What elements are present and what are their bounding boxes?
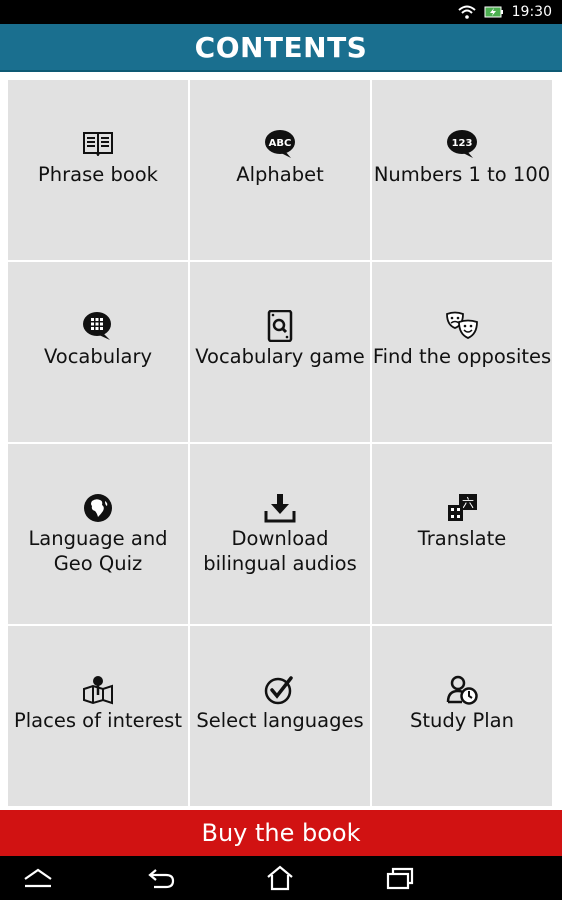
tile-vocabulary-game[interactable]: Vocabulary game <box>190 262 370 442</box>
abc-bubble-icon: ABC <box>263 128 297 160</box>
tile-vocabulary[interactable]: Vocabulary <box>8 262 188 442</box>
tile-select-languages[interactable]: Select languages <box>190 626 370 806</box>
book-icon <box>81 128 115 160</box>
tile-download-audios[interactable]: Download bilingual audios <box>190 444 370 624</box>
tile-places-of-interest[interactable]: Places of interest <box>8 626 188 806</box>
tile-label: Alphabet <box>236 163 324 186</box>
tile-alphabet[interactable]: ABC Alphabet <box>190 80 370 260</box>
contents-grid: Phrase book ABC Alphabet 123 Numbers 1 t… <box>8 80 554 806</box>
recent-apps-icon[interactable] <box>382 864 418 892</box>
status-bar: 19:30 <box>0 0 562 24</box>
card-search-icon <box>263 310 297 342</box>
tile-label: Vocabulary game <box>195 345 365 368</box>
home-up-icon[interactable] <box>20 864 56 892</box>
page-title: CONTENTS <box>194 30 368 64</box>
icon-text: ABC <box>269 138 292 149</box>
icon-text: 六 <box>462 496 474 510</box>
tile-study-plan[interactable]: Study Plan <box>372 626 552 806</box>
app-header: CONTENTS <box>0 24 562 72</box>
tile-translate[interactable]: 六 Translate <box>372 444 552 624</box>
tile-label: Study Plan <box>410 709 514 732</box>
wifi-icon <box>457 5 476 19</box>
translate-icon: 六 <box>445 492 479 524</box>
grid-bubble-icon <box>81 310 115 342</box>
tile-label: Translate <box>417 527 507 550</box>
back-icon[interactable] <box>143 864 179 892</box>
tile-label: Find the opposites <box>372 345 552 368</box>
battery-charging-icon <box>484 5 504 19</box>
tile-phrase-book[interactable]: Phrase book <box>8 80 188 260</box>
tile-find-opposites[interactable]: Find the opposites <box>372 262 552 442</box>
numbers-bubble-icon: 123 <box>445 128 479 160</box>
tile-label: Numbers 1 to 100 <box>373 163 551 186</box>
user-clock-icon <box>445 674 479 706</box>
tile-label: Places of interest <box>13 709 182 732</box>
tile-numbers[interactable]: 123 Numbers 1 to 100 <box>372 80 552 260</box>
map-pin-icon <box>81 674 115 706</box>
buy-book-button[interactable]: Buy the book <box>0 810 562 856</box>
globe-icon <box>81 492 115 524</box>
theater-masks-icon <box>445 310 479 342</box>
tile-label: Download bilingual audios <box>203 527 357 575</box>
tile-label: Phrase book <box>38 163 158 186</box>
tile-label: Language and Geo Quiz <box>28 527 168 575</box>
navigation-bar <box>0 856 562 900</box>
tile-language-geo-quiz[interactable]: Language and Geo Quiz <box>8 444 188 624</box>
home-icon[interactable] <box>262 864 298 892</box>
tile-label: Select languages <box>196 709 364 732</box>
download-icon <box>263 492 297 524</box>
tile-label: Vocabulary <box>43 345 153 368</box>
clock: 19:30 <box>511 4 552 20</box>
checkmark-circle-icon <box>263 674 297 706</box>
buy-book-label: Buy the book <box>201 819 361 847</box>
icon-text: 123 <box>452 138 473 149</box>
